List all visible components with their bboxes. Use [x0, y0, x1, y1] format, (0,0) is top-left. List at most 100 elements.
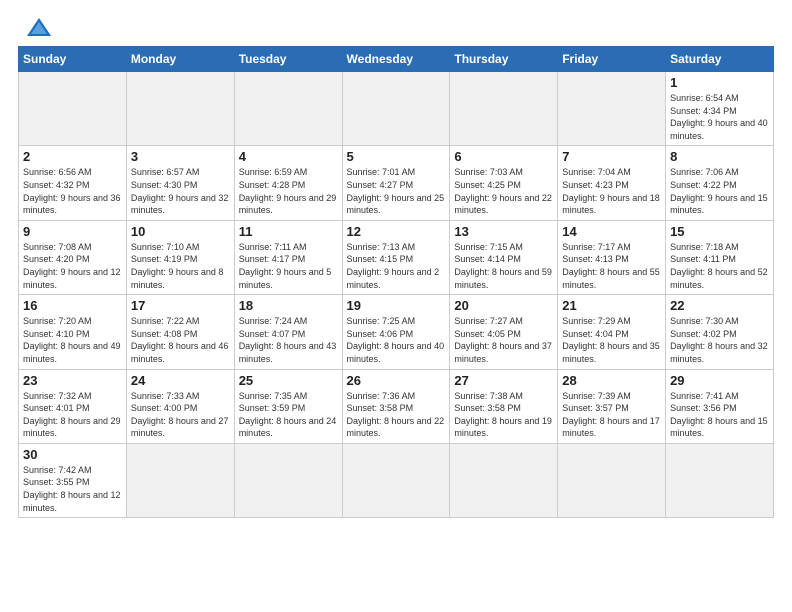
calendar-week-row: 23Sunrise: 7:32 AMSunset: 4:01 PMDayligh…: [19, 369, 774, 443]
day-number: 21: [562, 298, 661, 313]
calendar-day-cell: 21 Sunrise: 7:29 AMSunset: 4:04 PMDayligh…: [558, 295, 666, 369]
day-info: Sunrise: 7:04 AMSunset: 4:23 PMDaylight:…: [562, 166, 661, 216]
calendar-day-cell: 20Sunrise: 7:27 AMSunset: 4:05 PMDayligh…: [450, 295, 558, 369]
calendar-day-cell: [342, 72, 450, 146]
weekday-header-row: SundayMondayTuesdayWednesdayThursdayFrid…: [19, 47, 774, 72]
day-info: Sunrise: 7:03 AMSunset: 4:25 PMDaylight:…: [454, 166, 553, 216]
weekday-header-wednesday: Wednesday: [342, 47, 450, 72]
day-number: 3: [131, 149, 230, 164]
day-info: Sunrise: 7:08 AMSunset: 4:20 PMDaylight:…: [23, 241, 122, 291]
weekday-header-sunday: Sunday: [19, 47, 127, 72]
day-info: Sunrise: 7:10 AMSunset: 4:19 PMDaylight:…: [131, 241, 230, 291]
day-number: 15: [670, 224, 769, 239]
calendar-day-cell: 7Sunrise: 7:04 AMSunset: 4:23 PMDaylight…: [558, 146, 666, 220]
weekday-header-monday: Monday: [126, 47, 234, 72]
day-info: Sunrise: 7:18 AMSunset: 4:11 PMDaylight:…: [670, 241, 769, 291]
calendar-day-cell: [126, 443, 234, 517]
day-number: 14: [562, 224, 661, 239]
logo-icon: [25, 16, 53, 38]
calendar-day-cell: 25Sunrise: 7:35 AMSunset: 3:59 PMDayligh…: [234, 369, 342, 443]
day-info: Sunrise: 6:54 AMSunset: 4:34 PMDaylight:…: [670, 92, 769, 142]
day-info: Sunrise: 7:17 AMSunset: 4:13 PMDaylight:…: [562, 241, 661, 291]
calendar-day-cell: 18 Sunrise: 7:24 AMSunset: 4:07 PMDayligh…: [234, 295, 342, 369]
calendar-day-cell: 26 Sunrise: 7:36 AMSunset: 3:58 PMDayligh…: [342, 369, 450, 443]
calendar-day-cell: 29Sunrise: 7:41 AMSunset: 3:56 PMDayligh…: [666, 369, 774, 443]
calendar-day-cell: 22 Sunrise: 7:30 AMSunset: 4:02 PMDayligh…: [666, 295, 774, 369]
weekday-header-tuesday: Tuesday: [234, 47, 342, 72]
calendar-day-cell: 23Sunrise: 7:32 AMSunset: 4:01 PMDayligh…: [19, 369, 127, 443]
day-number: 13: [454, 224, 553, 239]
day-number: 26: [347, 373, 446, 388]
day-info: Sunrise: 6:56 AMSunset: 4:32 PMDaylight:…: [23, 166, 122, 216]
day-info: Sunrise: 7:22 AMSunset: 4:08 PMDaylight:…: [131, 315, 230, 365]
day-number: 12: [347, 224, 446, 239]
day-info: Sunrise: 7:38 AMSunset: 3:58 PMDaylight:…: [454, 390, 553, 440]
day-info: Sunrise: 7:11 AMSunset: 4:17 PMDaylight:…: [239, 241, 338, 291]
day-info: Sunrise: 7:41 AMSunset: 3:56 PMDaylight:…: [670, 390, 769, 440]
calendar-day-cell: 16 Sunrise: 7:20 AMSunset: 4:10 PMDayligh…: [19, 295, 127, 369]
day-info: Sunrise: 7:42 AMSunset: 3:55 PMDaylight:…: [23, 464, 122, 514]
day-number: 8: [670, 149, 769, 164]
calendar-week-row: 30Sunrise: 7:42 AMSunset: 3:55 PMDayligh…: [19, 443, 774, 517]
day-info: Sunrise: 7:15 AMSunset: 4:14 PMDaylight:…: [454, 241, 553, 291]
day-number: 23: [23, 373, 122, 388]
calendar-week-row: 1Sunrise: 6:54 AMSunset: 4:34 PMDaylight…: [19, 72, 774, 146]
weekday-header-friday: Friday: [558, 47, 666, 72]
day-number: 28: [562, 373, 661, 388]
logo: [18, 16, 53, 38]
calendar-day-cell: 5 Sunrise: 7:01 AMSunset: 4:27 PMDaylight…: [342, 146, 450, 220]
calendar-table: SundayMondayTuesdayWednesdayThursdayFrid…: [18, 46, 774, 518]
calendar-day-cell: [126, 72, 234, 146]
day-number: 9: [23, 224, 122, 239]
day-info: Sunrise: 7:25 AMSunset: 4:06 PMDaylight:…: [347, 315, 446, 365]
calendar-day-cell: 14 Sunrise: 7:17 AMSunset: 4:13 PMDayligh…: [558, 220, 666, 294]
calendar-day-cell: 12 Sunrise: 7:13 AMSunset: 4:15 PMDayligh…: [342, 220, 450, 294]
day-number: 22: [670, 298, 769, 313]
weekday-header-thursday: Thursday: [450, 47, 558, 72]
day-info: Sunrise: 7:36 AMSunset: 3:58 PMDaylight:…: [347, 390, 446, 440]
day-info: Sunrise: 6:59 AMSunset: 4:28 PMDaylight:…: [239, 166, 338, 216]
logo-area: [18, 16, 53, 38]
calendar-day-cell: 19Sunrise: 7:25 AMSunset: 4:06 PMDayligh…: [342, 295, 450, 369]
calendar-day-cell: 8Sunrise: 7:06 AMSunset: 4:22 PMDaylight…: [666, 146, 774, 220]
calendar-day-cell: 24Sunrise: 7:33 AMSunset: 4:00 PMDayligh…: [126, 369, 234, 443]
calendar-day-cell: 28Sunrise: 7:39 AMSunset: 3:57 PMDayligh…: [558, 369, 666, 443]
day-number: 6: [454, 149, 553, 164]
calendar-day-cell: [666, 443, 774, 517]
calendar-day-cell: 9 Sunrise: 7:08 AMSunset: 4:20 PMDaylight…: [19, 220, 127, 294]
day-number: 5: [347, 149, 446, 164]
calendar-week-row: 2Sunrise: 6:56 AMSunset: 4:32 PMDaylight…: [19, 146, 774, 220]
day-number: 11: [239, 224, 338, 239]
calendar-day-cell: [234, 443, 342, 517]
weekday-header-saturday: Saturday: [666, 47, 774, 72]
calendar-day-cell: 30Sunrise: 7:42 AMSunset: 3:55 PMDayligh…: [19, 443, 127, 517]
day-info: Sunrise: 7:24 AMSunset: 4:07 PMDaylight:…: [239, 315, 338, 365]
calendar-day-cell: [342, 443, 450, 517]
day-number: 27: [454, 373, 553, 388]
calendar-day-cell: 10 Sunrise: 7:10 AMSunset: 4:19 PMDayligh…: [126, 220, 234, 294]
day-info: Sunrise: 7:33 AMSunset: 4:00 PMDaylight:…: [131, 390, 230, 440]
day-info: Sunrise: 7:30 AMSunset: 4:02 PMDaylight:…: [670, 315, 769, 365]
day-info: Sunrise: 6:57 AMSunset: 4:30 PMDaylight:…: [131, 166, 230, 216]
calendar-day-cell: 27 Sunrise: 7:38 AMSunset: 3:58 PMDayligh…: [450, 369, 558, 443]
day-number: 10: [131, 224, 230, 239]
day-info: Sunrise: 7:35 AMSunset: 3:59 PMDaylight:…: [239, 390, 338, 440]
calendar-day-cell: 4Sunrise: 6:59 AMSunset: 4:28 PMDaylight…: [234, 146, 342, 220]
calendar-day-cell: 15 Sunrise: 7:18 AMSunset: 4:11 PMDayligh…: [666, 220, 774, 294]
header: [18, 16, 774, 38]
day-info: Sunrise: 7:13 AMSunset: 4:15 PMDaylight:…: [347, 241, 446, 291]
day-number: 18: [239, 298, 338, 313]
calendar-week-row: 9 Sunrise: 7:08 AMSunset: 4:20 PMDaylight…: [19, 220, 774, 294]
calendar-day-cell: 6 Sunrise: 7:03 AMSunset: 4:25 PMDaylight…: [450, 146, 558, 220]
day-number: 17: [131, 298, 230, 313]
day-info: Sunrise: 7:20 AMSunset: 4:10 PMDaylight:…: [23, 315, 122, 365]
calendar-day-cell: [234, 72, 342, 146]
calendar-week-row: 16 Sunrise: 7:20 AMSunset: 4:10 PMDayligh…: [19, 295, 774, 369]
day-number: 16: [23, 298, 122, 313]
day-info: Sunrise: 7:01 AMSunset: 4:27 PMDaylight:…: [347, 166, 446, 216]
day-info: Sunrise: 7:29 AMSunset: 4:04 PMDaylight:…: [562, 315, 661, 365]
calendar-day-cell: 1Sunrise: 6:54 AMSunset: 4:34 PMDaylight…: [666, 72, 774, 146]
calendar-day-cell: [19, 72, 127, 146]
page: SundayMondayTuesdayWednesdayThursdayFrid…: [0, 0, 792, 612]
calendar-day-cell: 2Sunrise: 6:56 AMSunset: 4:32 PMDaylight…: [19, 146, 127, 220]
